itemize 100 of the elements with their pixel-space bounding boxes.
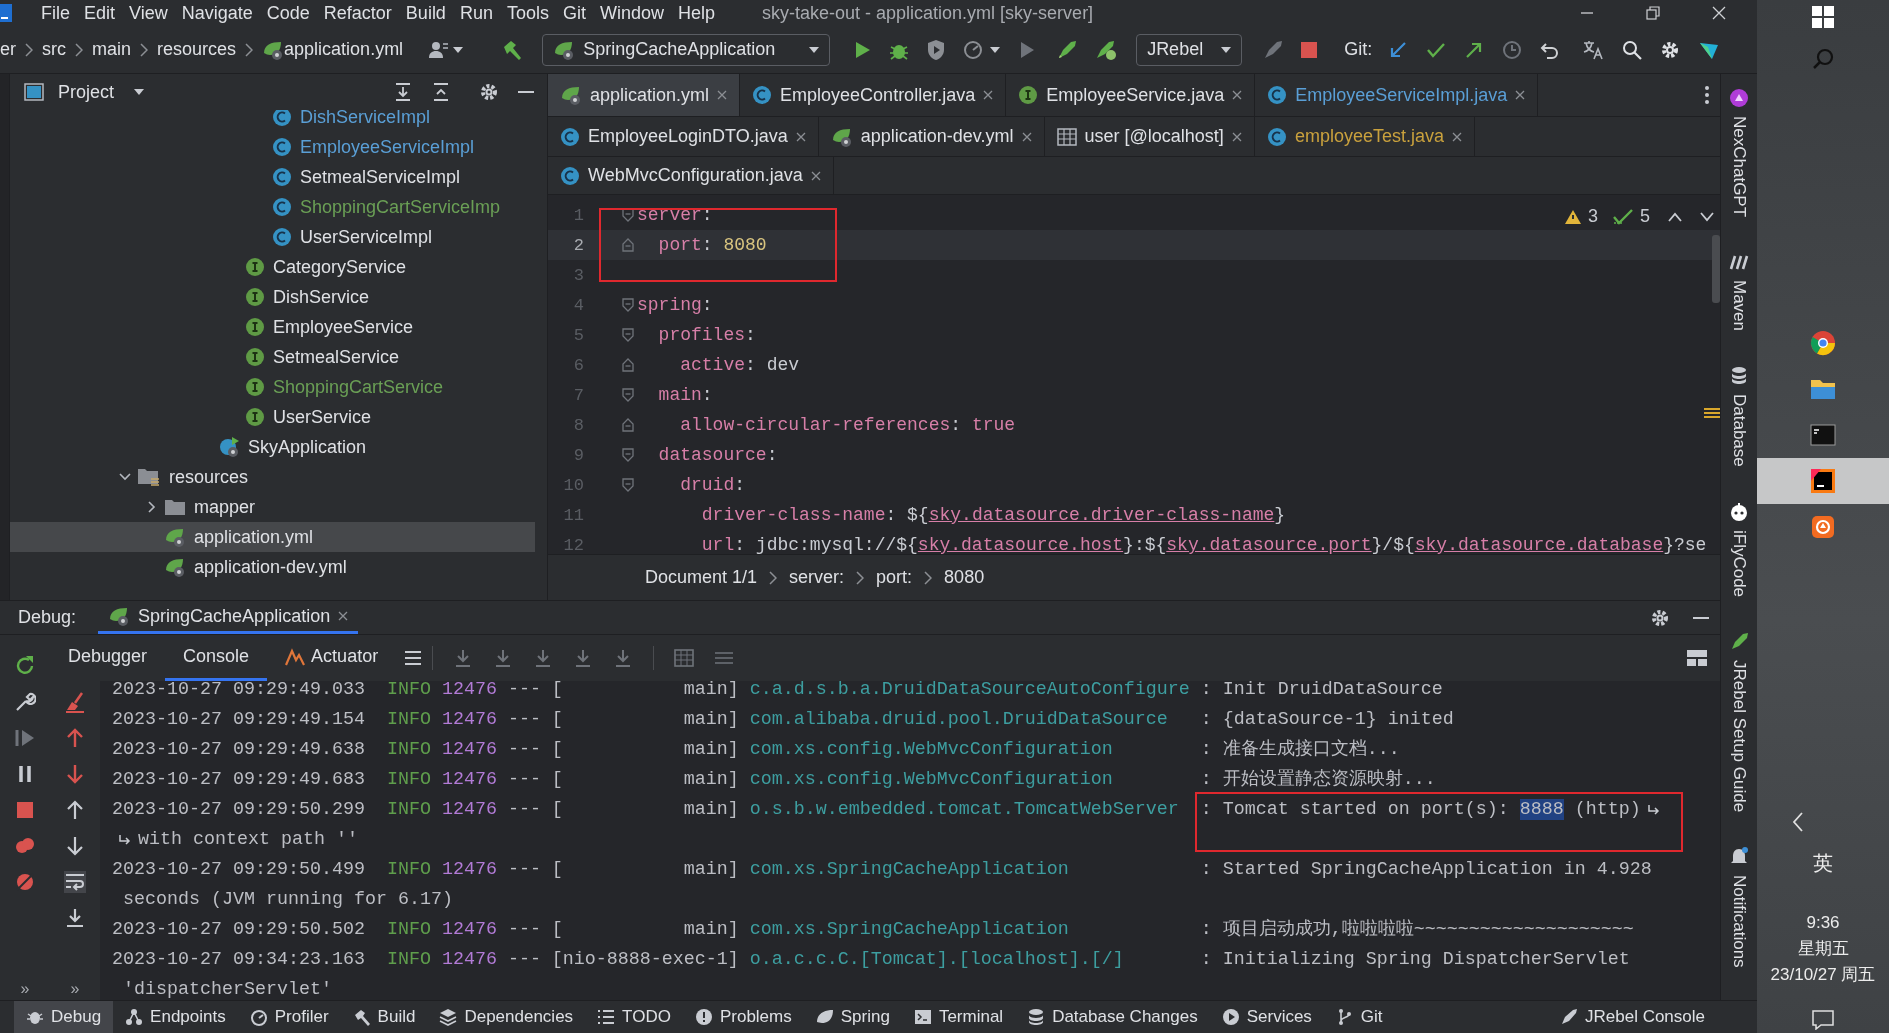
run-config-dropdown[interactable]: SpringCacheApplication [542,33,831,66]
profiler-icon[interactable] [962,38,985,61]
tree-item[interactable]: CategoryService [10,252,535,282]
tool-window-button[interactable]: iFlyCode [1729,501,1749,597]
tool-window-button[interactable]: Endpoints [113,1001,238,1033]
tree-item[interactable]: EmployeeServiceImpl [10,132,535,162]
tree-item[interactable]: UserService [10,402,535,432]
debug-tab[interactable]: Debugger [50,635,166,681]
fold-marker-icon[interactable] [622,418,634,432]
tree-item[interactable]: resources [10,462,535,492]
editor-tab[interactable]: EmployeeLoginDTO.java [548,117,819,156]
tool-window-button[interactable]: TODO [585,1001,683,1033]
tool-window-button[interactable]: Dependencies [427,1001,586,1033]
collapse-all-icon[interactable] [431,82,451,102]
clock-date[interactable]: 23/10/27 周五 [1770,962,1876,988]
close-icon[interactable] [983,90,994,100]
tree-item[interactable]: DishService [10,282,535,312]
editor-tab[interactable]: EmployeeServiceImpl.java [1255,74,1539,116]
tool-window-button[interactable]: JRebel Setup Guide [1729,632,1749,813]
clear-icon[interactable] [64,691,86,713]
editor-tab[interactable]: user [@localhost] [1044,117,1255,156]
tool-window-button[interactable]: Notifications [1729,847,1749,968]
more-tools-button[interactable]: » [20,980,30,998]
arrow-down-icon[interactable] [64,763,86,785]
layout-icon[interactable] [1686,649,1708,667]
menu-item[interactable]: Refactor [316,2,399,24]
tool-window-button[interactable]: Services [1209,1001,1324,1033]
chevron-down-icon[interactable] [1700,211,1714,222]
close-icon[interactable] [1712,6,1726,20]
menu-item[interactable]: Tools [499,2,556,24]
tree-item[interactable]: SkyApplication [10,432,535,462]
clock-time[interactable]: 9:36 [1806,910,1840,936]
fold-marker-icon[interactable] [622,238,634,252]
translate-icon[interactable] [1582,38,1605,61]
input-method-indicator[interactable]: 英 [1813,850,1833,876]
breadcrumb-item[interactable]: src [42,39,66,60]
menu-item[interactable]: Navigate [174,2,260,24]
tree-item[interactable]: application.yml [10,522,535,552]
fold-marker-icon[interactable] [622,388,634,402]
close-icon[interactable] [810,170,821,181]
warning-count[interactable]: 3 [1587,206,1598,227]
table-icon[interactable] [674,649,695,667]
view-selector[interactable]: Project [54,81,149,103]
tree-item[interactable]: EmployeeService [10,312,535,342]
update-icon[interactable] [1388,39,1409,60]
breadcrumb-item[interactable]: er [0,39,16,60]
breadcrumb-item[interactable]: resources [157,39,237,60]
search-icon[interactable] [1622,39,1643,60]
chevron-left-icon[interactable] [1792,812,1804,832]
menu-item[interactable]: Run [452,2,500,24]
soft-wrap-icon[interactable] [64,871,86,893]
tool-window-button[interactable]: Debug [14,1001,114,1033]
breadcrumb-item[interactable]: application.yml [284,39,404,60]
close-icon[interactable] [1515,90,1526,100]
fold-marker-icon[interactable] [622,358,634,372]
editor-tab[interactable]: EmployeeController.java [740,74,1007,116]
tree-item[interactable]: ShoppingCartService [10,372,535,402]
editor-tab[interactable]: employeeTest.java [1254,117,1475,156]
scrollbar-thumb[interactable] [1712,235,1720,303]
taskbar-button[interactable] [1757,458,1889,504]
tool-window-button[interactable]: Maven [1729,252,1749,332]
close-icon[interactable] [338,611,349,621]
check-count[interactable]: 5 [1640,206,1650,227]
close-icon[interactable] [1451,131,1462,142]
rerun-icon[interactable] [14,655,36,677]
jrebel-dropdown[interactable]: JRebel [1136,33,1243,66]
breadcrumb-item[interactable]: Document 1/1 [645,567,758,588]
history-icon[interactable] [1502,39,1523,60]
tool-window-button[interactable]: Problems [682,1001,804,1033]
check-icon[interactable] [1612,207,1634,226]
tool-window-button[interactable]: Spring [803,1001,902,1033]
clock-weekday[interactable]: 星期五 [1797,936,1849,962]
editor-tab[interactable]: application-dev.yml [818,117,1045,156]
fold-marker-icon[interactable] [622,208,634,222]
stop-icon[interactable] [1300,40,1319,59]
editor-tab[interactable]: application.yml [548,74,741,116]
fold-marker-icon[interactable] [622,448,634,462]
tree-item[interactable]: mapper [10,492,535,522]
scroll-to-end-icon[interactable] [64,907,86,929]
tool-window-button[interactable]: Terminal [901,1001,1016,1033]
tool-window-button[interactable]: Database Changes [1015,1001,1210,1033]
breadcrumb-item[interactable]: server: [789,567,845,588]
menu-item[interactable]: Help [671,2,723,24]
breadcrumb-item[interactable]: 8080 [944,567,985,588]
notification-icon[interactable] [1812,1010,1834,1030]
close-icon[interactable] [1021,131,1032,142]
tree-item[interactable]: DishServiceImpl [10,110,535,132]
more-tools-button[interactable]: » [70,980,80,998]
tree-item[interactable]: SetmealServiceImpl [10,162,535,192]
tree-item[interactable]: SetmealService [10,342,535,372]
build-icon[interactable] [501,38,524,61]
menu-item[interactable]: File [34,2,77,24]
tool-window-button[interactable]: Git [1323,1001,1395,1033]
close-icon[interactable] [1231,131,1242,142]
expand-all-icon[interactable] [393,82,413,102]
mute-breakpoints-icon[interactable] [14,871,36,893]
tool-window-button[interactable]: Database [1729,366,1749,467]
chevron-down-icon[interactable] [119,471,131,483]
tool-window-button[interactable]: NexChatGPT [1729,88,1749,218]
coverage-icon[interactable] [926,38,947,61]
